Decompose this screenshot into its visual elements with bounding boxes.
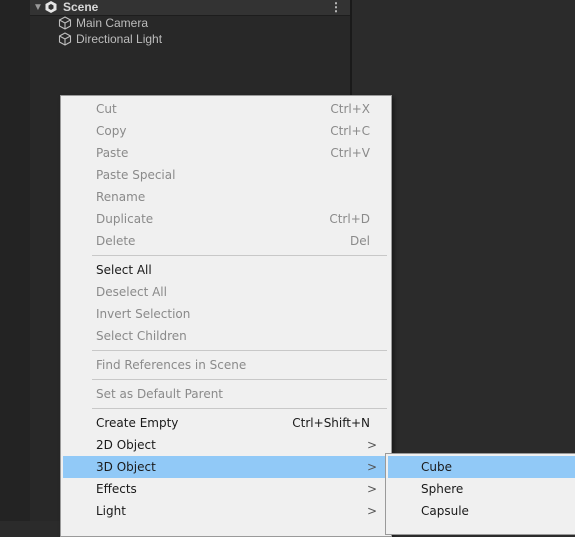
submenu-item-cube[interactable]: Cube (388, 456, 575, 478)
menu-item-label: Light (96, 504, 126, 518)
gameobject-cube-icon (58, 32, 72, 46)
menu-item-label: 3D Object (96, 460, 156, 474)
submenu-arrow-icon: > (366, 482, 377, 496)
menu-item-invert-selection[interactable]: Invert Selection (63, 303, 387, 325)
gameobject-cube-icon (58, 16, 72, 30)
scene-row[interactable]: ▼ Scene ⋮ (30, 0, 350, 16)
menu-item-find-references-in-scene[interactable]: Find References in Scene (63, 354, 387, 376)
menu-item-shortcut: Ctrl+Shift+N (292, 416, 370, 430)
menu-item-label: Invert Selection (96, 307, 191, 321)
menu-item-label: 2D Object (96, 438, 156, 452)
submenu-item-sphere[interactable]: Sphere (388, 478, 575, 500)
unity-scene-icon (45, 1, 57, 13)
menu-item-copy[interactable]: Copy Ctrl+C (63, 120, 387, 142)
menu-item-label: Delete (96, 234, 136, 248)
menu-item-shortcut: Ctrl+D (329, 212, 370, 226)
submenu-3d-object: Cube Sphere Capsule (385, 453, 575, 535)
menu-item-label: Copy (96, 124, 127, 138)
menu-item-rename[interactable]: Rename (63, 186, 387, 208)
context-menu: Cut Ctrl+X Copy Ctrl+C Paste Ctrl+V Paste Spec… (60, 95, 392, 537)
menu-item-paste-special[interactable]: Paste Special (63, 164, 387, 186)
menu-item-label: Effects (96, 482, 137, 496)
scene-label: Scene (63, 0, 99, 14)
submenu-item-label: Sphere (421, 482, 464, 496)
menu-item-label: Duplicate (96, 212, 154, 226)
menu-item-label: Cut (96, 102, 117, 116)
menu-item-shortcut: Del (350, 234, 370, 248)
menu-item-label: Select All (96, 263, 152, 277)
menu-item-label: Paste (96, 146, 129, 160)
menu-separator (92, 350, 387, 351)
menu-separator (92, 408, 387, 409)
submenu-arrow-icon: > (366, 504, 377, 518)
menu-item-create-empty[interactable]: Create Empty Ctrl+Shift+N (63, 412, 387, 434)
menu-item-label: Set as Default Parent (96, 387, 224, 401)
hierarchy-item-label: Directional Light (76, 32, 163, 46)
menu-item-cut[interactable]: Cut Ctrl+X (63, 98, 387, 120)
menu-item-light[interactable]: Light > (63, 500, 387, 522)
menu-item-label: Rename (96, 190, 146, 204)
menu-item-shortcut: Ctrl+C (330, 124, 370, 138)
menu-item-deselect-all[interactable]: Deselect All (63, 281, 387, 303)
menu-separator (92, 255, 387, 256)
menu-item-set-as-default-parent[interactable]: Set as Default Parent (63, 383, 387, 405)
submenu-item-capsule[interactable]: Capsule (388, 500, 575, 522)
menu-item-label: Select Children (96, 329, 187, 343)
menu-item-label: Find References in Scene (96, 358, 247, 372)
submenu-item-label: Cube (421, 460, 452, 474)
menu-item-label: Create Empty (96, 416, 179, 430)
menu-item-duplicate[interactable]: Duplicate Ctrl+D (63, 208, 387, 230)
menu-item-3d-object[interactable]: 3D Object > (63, 456, 387, 478)
menu-item-shortcut: Ctrl+X (330, 102, 370, 116)
menu-separator (92, 379, 387, 380)
menu-item-label: Paste Special (96, 168, 176, 182)
menu-item-delete[interactable]: Delete Del (63, 230, 387, 252)
menu-item-select-all[interactable]: Select All (63, 259, 387, 281)
kebab-menu-icon[interactable]: ⋮ (330, 0, 342, 14)
submenu-arrow-icon: > (366, 438, 377, 452)
expand-arrow-icon[interactable]: ▼ (33, 1, 43, 14)
submenu-arrow-icon: > (366, 460, 377, 474)
hierarchy-item-label: Main Camera (76, 16, 149, 30)
menu-item-paste[interactable]: Paste Ctrl+V (63, 142, 387, 164)
menu-item-effects[interactable]: Effects > (63, 478, 387, 500)
menu-item-label: Deselect All (96, 285, 167, 299)
menu-item-shortcut: Ctrl+V (330, 146, 370, 160)
menu-item-2d-object[interactable]: 2D Object > (63, 434, 387, 456)
submenu-item-label: Capsule (421, 504, 469, 518)
hierarchy-gutter (0, 0, 30, 521)
menu-item-select-children[interactable]: Select Children (63, 325, 387, 347)
